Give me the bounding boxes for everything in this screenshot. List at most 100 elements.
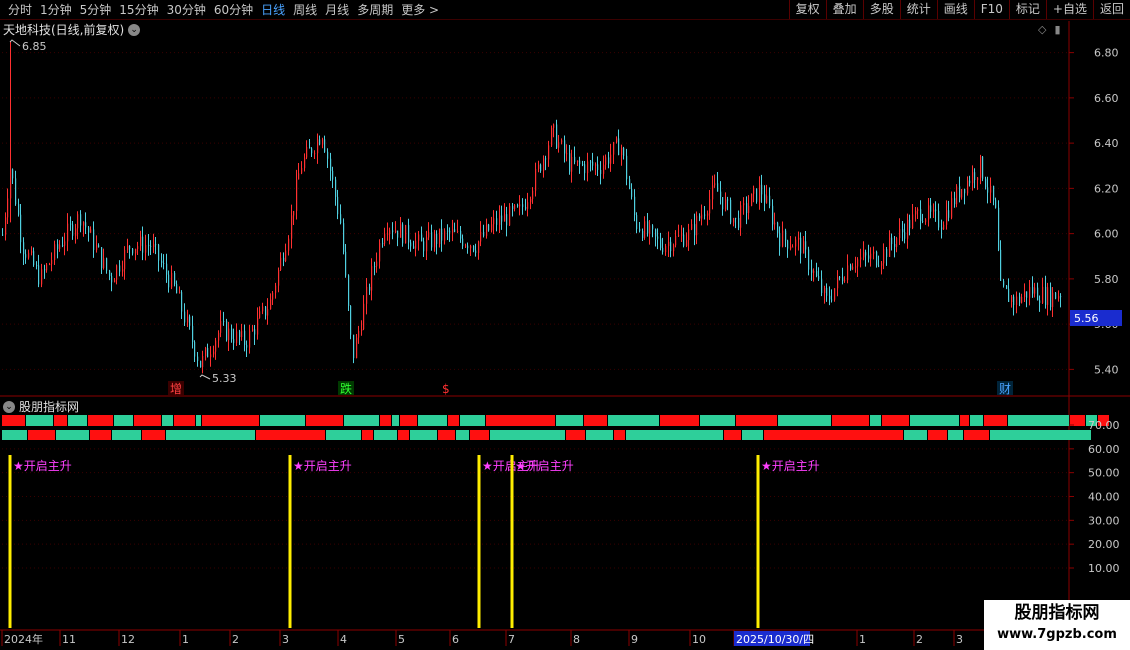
candle-body [298, 173, 300, 180]
candle-body [1045, 286, 1047, 305]
candle-body [270, 299, 272, 310]
marker-finance[interactable]: 财 [999, 382, 1011, 396]
candle-body [473, 245, 475, 251]
candle-body [985, 178, 987, 188]
candle-body [631, 188, 633, 197]
indicator-title[interactable]: ⌄ 股朋指标网 [3, 398, 79, 415]
marker-dollar[interactable]: $ [442, 382, 450, 396]
candle-body [974, 172, 976, 180]
candle-body [834, 288, 836, 300]
candle-body [956, 186, 958, 205]
candle-body [777, 222, 779, 233]
candle-body [421, 234, 423, 242]
band-segment [374, 430, 397, 440]
candle-body [639, 228, 641, 231]
candle-body [532, 190, 534, 199]
diamond-icon[interactable]: ◇ [1038, 23, 1046, 36]
candle-body [454, 229, 456, 232]
candle-body [392, 230, 394, 233]
indicator-bands [2, 415, 1109, 440]
candle-body [348, 275, 350, 306]
marker-fall[interactable]: 跌 [340, 381, 352, 396]
candle-body [738, 218, 740, 228]
price-chart-title[interactable]: 天地科技(日线,前复权) ⌄ [3, 21, 141, 38]
candle-body [12, 169, 14, 179]
candle-body [272, 292, 274, 300]
candle-body [335, 179, 337, 197]
candle-body [291, 215, 293, 239]
band-segment [904, 430, 927, 440]
band-segment [448, 415, 459, 426]
candle-body [826, 287, 828, 296]
candle-body [288, 238, 290, 251]
candle-body [103, 258, 105, 268]
candle-body [296, 179, 298, 211]
candle-body [358, 330, 360, 338]
candle-body [675, 235, 677, 246]
band-segment [256, 430, 325, 440]
candle-body [733, 218, 735, 223]
candle-body [535, 168, 537, 191]
candle-body [590, 161, 592, 163]
candle-body [740, 205, 742, 228]
band-segment [970, 415, 983, 426]
candle-body [192, 325, 194, 343]
candle-body [743, 203, 745, 206]
candle-body [153, 244, 155, 248]
candle-body [88, 227, 90, 233]
low-marker: 5.33 [199, 372, 237, 385]
candle-body [681, 234, 683, 236]
candle-body [129, 245, 131, 249]
chevron-down-icon[interactable]: ⌄ [128, 23, 141, 36]
candle-body [148, 244, 150, 246]
band-segment [948, 430, 963, 440]
candle-body [330, 158, 332, 171]
candle-body [870, 253, 872, 259]
window-icon[interactable]: ▮ [1054, 23, 1060, 36]
candle-body [142, 236, 144, 253]
band-segment [882, 415, 909, 426]
chevron-down-icon[interactable]: ⌄ [3, 400, 15, 413]
candle-body [85, 222, 87, 228]
candle-body [1013, 296, 1015, 305]
candle-body [925, 219, 927, 222]
candle-body [543, 158, 545, 171]
candle-body [376, 261, 378, 267]
band-segment [556, 415, 583, 426]
candle-body [241, 330, 243, 338]
time-label: 2025/10/30/四 [736, 633, 814, 646]
candle-body [548, 145, 550, 160]
marker-increase[interactable]: 增 [170, 382, 182, 396]
candle-body [517, 205, 519, 207]
candle-body [62, 245, 64, 247]
time-label: 8 [573, 633, 580, 646]
candle-body [527, 202, 529, 209]
candle-body [202, 355, 204, 368]
time-label: 10 [692, 633, 706, 646]
candle-body [1026, 291, 1028, 298]
time-label: 1 [859, 633, 866, 646]
candle-body [621, 147, 623, 156]
candle-body [210, 354, 212, 358]
band-segment [142, 430, 165, 440]
candle-body [761, 184, 763, 195]
chart-area[interactable]: 6.806.606.406.206.005.805.605.40 6.85 5.… [0, 0, 1130, 650]
candle-body [46, 264, 48, 271]
candle-body [917, 209, 919, 211]
candle-body [5, 217, 7, 235]
candle-body [7, 198, 9, 218]
band-segment [928, 430, 947, 440]
candle-body [735, 218, 737, 220]
corner-icons: ◇ ▮ [1038, 23, 1061, 36]
candle-body [332, 170, 334, 180]
candle-body [1042, 286, 1044, 303]
price-tick-label: 6.20 [1094, 182, 1119, 195]
candle-body [259, 311, 261, 318]
candle-body [402, 224, 404, 244]
high-label: 6.85 [22, 40, 47, 53]
band-segment [742, 430, 763, 440]
band-segment [344, 415, 379, 426]
band-segment [400, 415, 417, 426]
indicator-tick-label: 50.00 [1088, 467, 1120, 480]
candle-body [15, 178, 17, 205]
